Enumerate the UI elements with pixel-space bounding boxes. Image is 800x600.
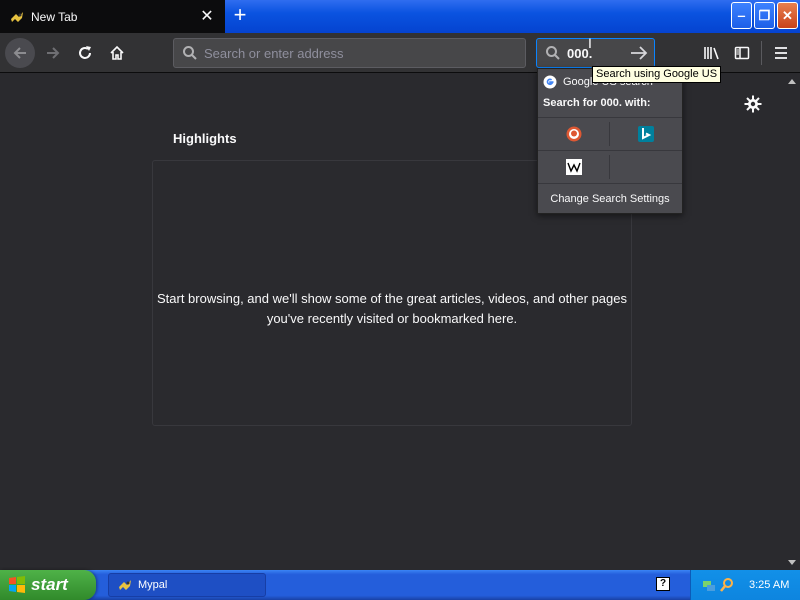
title-bar: New Tab ✕ + ‒ ❐ ✕ (0, 0, 800, 33)
engine-row-divider (538, 150, 682, 151)
bing-engine-button[interactable] (610, 118, 682, 150)
window-close-button[interactable]: ✕ (777, 2, 798, 29)
minimize-button[interactable]: ‒ (731, 2, 752, 29)
tab-new-tab[interactable]: New Tab ✕ (0, 0, 225, 33)
back-arrow-icon (13, 47, 26, 59)
scroll-down-icon[interactable] (788, 558, 796, 566)
taskbar-item-mypal[interactable]: Mypal (108, 573, 266, 597)
library-icon (704, 47, 719, 60)
windows-logo-icon (9, 576, 25, 593)
scroll-up-icon[interactable] (788, 78, 796, 86)
reload-icon (79, 46, 91, 59)
search-input[interactable]: 000. (567, 46, 630, 61)
mypal-logo-icon (119, 580, 131, 590)
highlights-empty-message: Start browsing, and we'll show some of t… (156, 291, 627, 326)
change-search-settings-button[interactable]: Change Search Settings (538, 183, 682, 213)
engine-divider (609, 155, 610, 179)
library-button[interactable] (697, 38, 727, 68)
url-bar[interactable]: Search or enter address (173, 38, 526, 68)
url-placeholder: Search or enter address (204, 45, 344, 61)
back-button[interactable] (5, 38, 35, 68)
home-icon (110, 45, 124, 60)
duckduckgo-engine-button[interactable] (538, 118, 610, 150)
bing-icon (638, 126, 654, 142)
start-button[interactable]: start (0, 570, 96, 600)
reload-button[interactable] (70, 38, 100, 68)
tooltip: Search using Google US (592, 66, 722, 83)
sidebar-icon (734, 46, 750, 60)
system-tray: 3:25 AM (690, 570, 800, 600)
search-for-label: Search for 000. with: (543, 97, 651, 109)
toolbar-divider (761, 41, 762, 65)
wikipedia-icon (566, 159, 582, 175)
hamburger-menu-icon (775, 47, 787, 59)
mypal-logo-icon (11, 11, 23, 22)
gear-icon[interactable] (744, 95, 762, 113)
duckduckgo-icon (566, 126, 582, 142)
one-off-engines (538, 117, 682, 183)
sidebar-button[interactable] (727, 38, 757, 68)
help-icon[interactable]: ? (656, 577, 670, 591)
highlights-heading: Highlights (173, 131, 237, 146)
text-cursor-icon: I (588, 35, 592, 51)
vertical-scrollbar[interactable] (784, 74, 800, 570)
forward-button[interactable] (38, 38, 68, 68)
search-icon (546, 46, 560, 60)
home-button[interactable] (102, 38, 132, 68)
clock: 3:25 AM (749, 579, 790, 591)
go-arrow-icon[interactable] (630, 45, 648, 61)
close-tab-icon[interactable]: ✕ (199, 8, 215, 25)
window-controls: ‒ ❐ ✕ (731, 2, 798, 29)
forward-arrow-icon (47, 47, 60, 59)
network-icon[interactable] (701, 577, 717, 593)
google-icon (543, 75, 557, 89)
restore-button[interactable]: ❐ (754, 2, 775, 29)
tab-title: New Tab (31, 9, 78, 24)
search-tray-icon[interactable] (719, 577, 735, 593)
start-label: start (31, 575, 68, 594)
new-tab-button[interactable]: + (228, 4, 252, 28)
search-icon (183, 46, 197, 60)
menu-button[interactable] (766, 38, 796, 68)
search-popup: Google US search Search for 000. with: (537, 68, 683, 214)
wikipedia-engine-button[interactable] (538, 151, 610, 183)
taskbar: start Mypal 3:25 AM (0, 570, 800, 600)
taskbar-item-label: Mypal (138, 579, 168, 591)
engine-divider (609, 122, 610, 146)
